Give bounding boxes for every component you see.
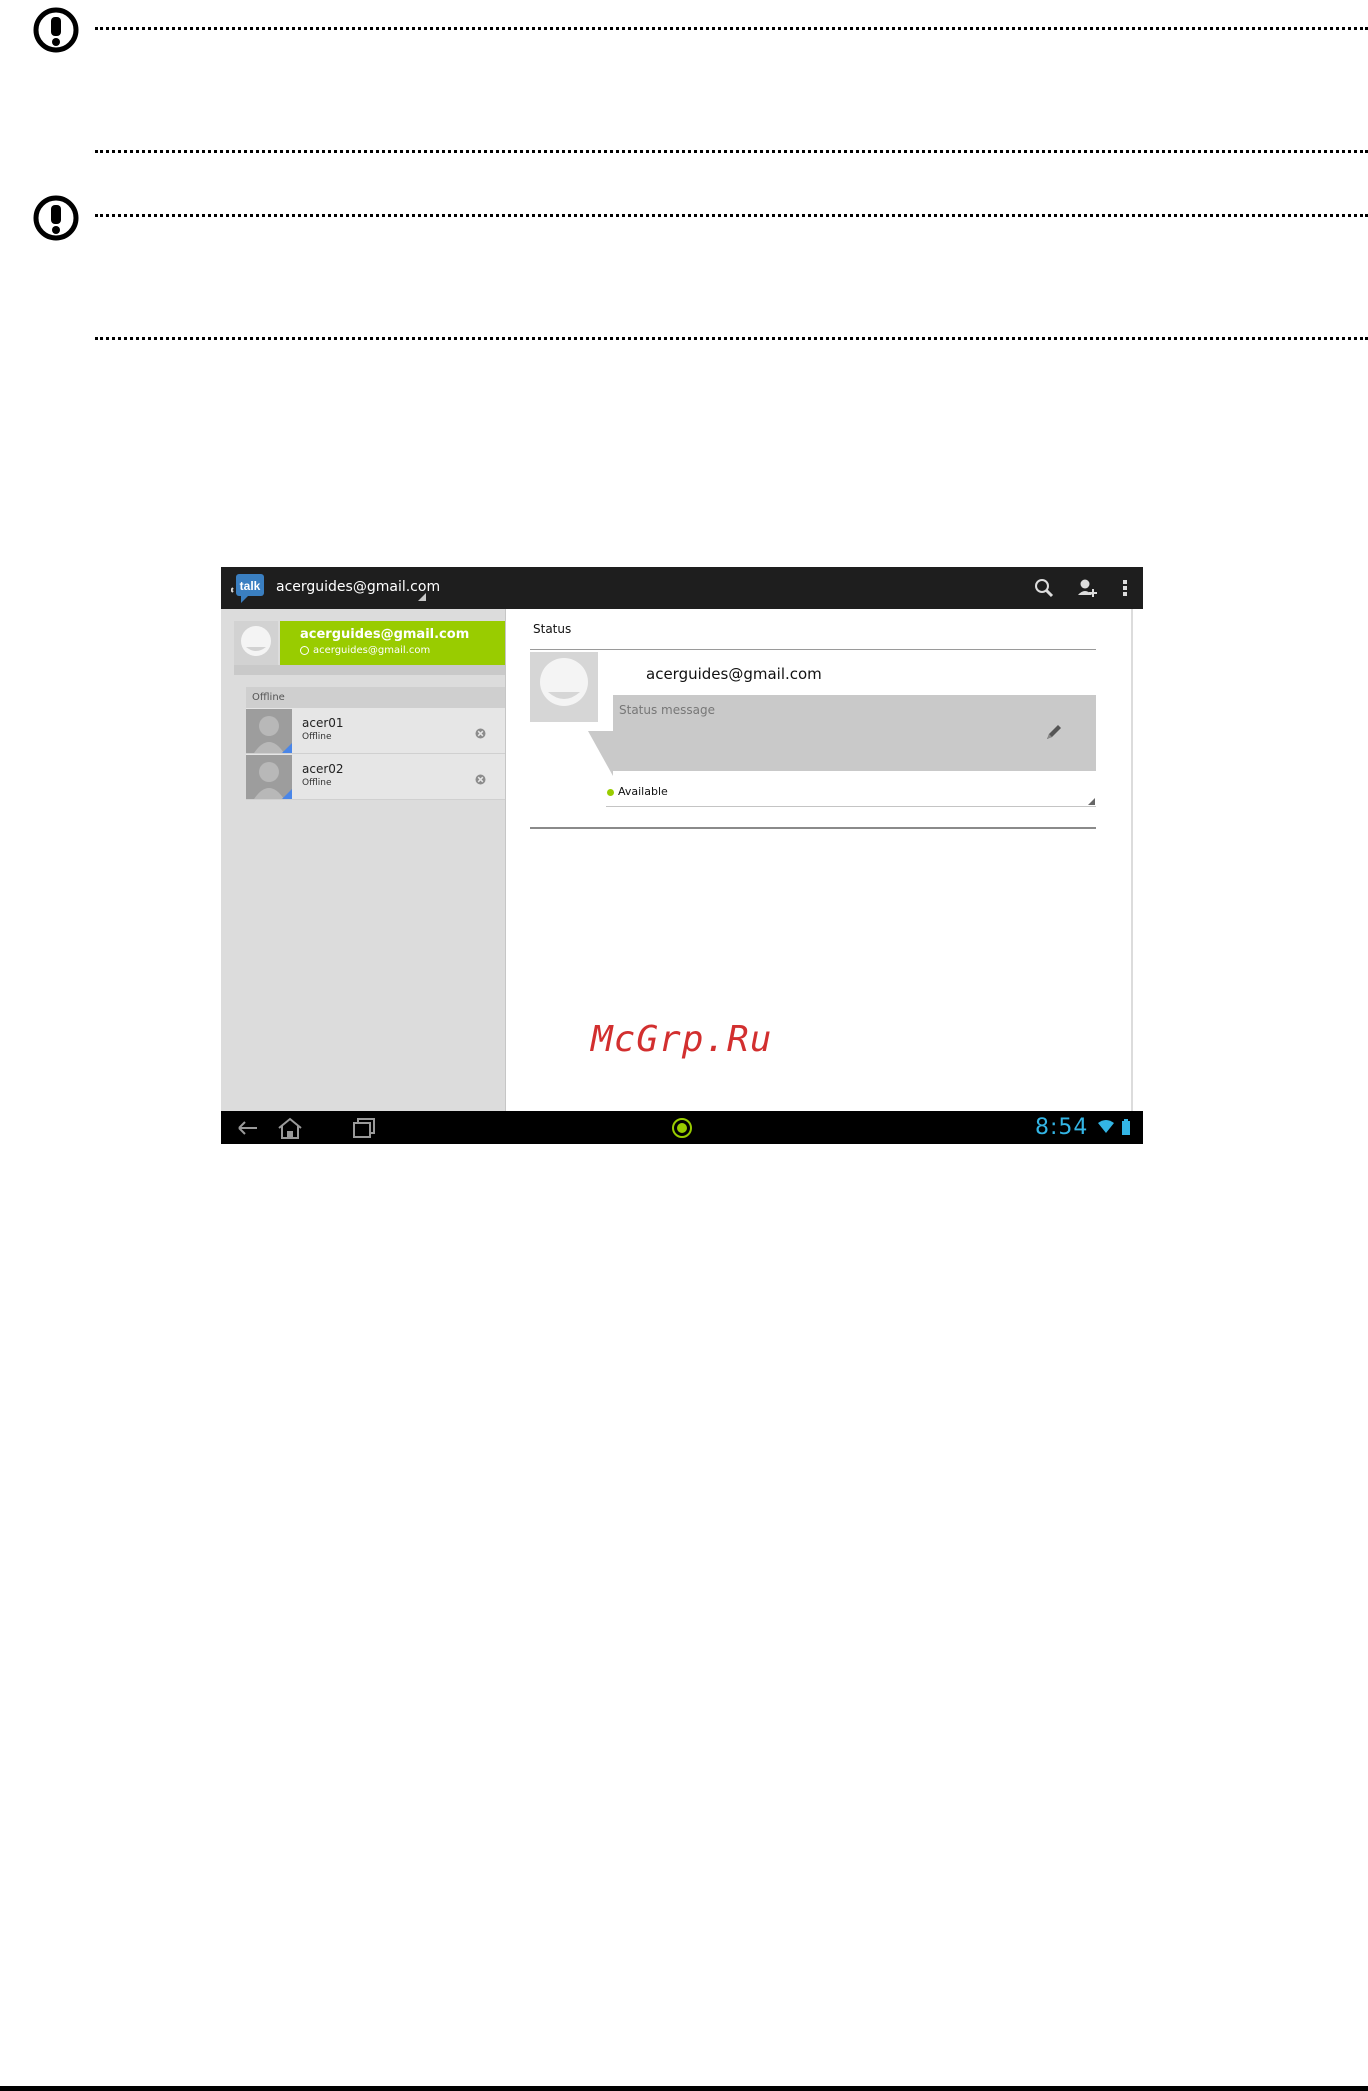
divider [530,827,1096,829]
talk-logo-text: talk [240,579,261,593]
remove-icon[interactable] [475,724,486,739]
talk-logo[interactable]: talk [229,572,264,603]
divider [530,649,1096,650]
watermark: McGrp.Ru [591,1019,773,1060]
contact-name: acer01 [302,716,344,730]
my-account-info: acerguides@gmail.com acerguides@gmail.co… [280,621,505,665]
back-icon[interactable] [235,1116,261,1140]
remove-icon[interactable] [475,770,486,785]
my-account-card[interactable]: acerguides@gmail.com acerguides@gmail.co… [234,621,505,665]
my-account-name: acerguides@gmail.com [300,627,470,642]
recent-apps-icon[interactable] [351,1116,377,1140]
section-label: Status [533,622,572,636]
contact-row[interactable]: acer02 Offline [246,754,505,800]
account-dropdown-indicator [418,593,426,601]
pencil-icon[interactable] [1043,721,1065,743]
scrollbar[interactable] [1131,609,1133,1111]
system-nav-bar: 8:54 [221,1111,1143,1144]
group-header-offline: Offline [246,687,505,708]
wifi-icon [1097,1119,1123,1143]
avatar [246,709,292,753]
contact-status: Offline [302,732,332,742]
talk-center-icon[interactable] [669,1116,695,1140]
action-bar: talk acerguides@gmail.com [221,567,1143,609]
contact-name: acer02 [302,762,344,776]
status-message-placeholder: Status message [619,703,715,717]
note-separator-bottom [95,337,1368,340]
dropdown-indicator [1088,798,1095,805]
contact-status: Offline [302,778,332,788]
contact-list-pane: acerguides@gmail.com acerguides@gmail.co… [221,609,506,1111]
status-email: acerguides@gmail.com [646,665,822,683]
note-separator-top [95,27,1368,30]
search-icon[interactable] [1033,577,1055,599]
avatar[interactable] [530,652,598,722]
page-footer-rule [0,2086,1368,2091]
availability-selector[interactable]: Available [618,785,668,798]
avatar [234,621,278,665]
account-title[interactable]: acerguides@gmail.com [276,579,440,595]
available-status-dot [607,789,614,796]
status-message-field[interactable]: Status message [613,695,1096,771]
talk-app-screenshot: talk acerguides@gmail.com acerguides@gma… [221,567,1143,1144]
clock: 8:54 [1035,1115,1089,1140]
status-ring-icon [300,646,309,655]
status-detail-pane: Status acerguides@gmail.com Status messa… [506,609,1132,1111]
avatar [246,755,292,799]
home-icon[interactable] [276,1116,302,1140]
my-account-status: acerguides@gmail.com [300,645,430,656]
contact-row[interactable]: acer01 Offline [246,708,505,754]
note-separator-bottom [95,150,1368,153]
my-account-sub: acerguides@gmail.com [313,645,431,656]
overflow-menu-icon[interactable] [1114,577,1136,599]
speech-bubble-tail [588,731,613,776]
alert-icon [32,194,80,242]
divider [606,806,1096,807]
note-separator-top [95,214,1368,217]
divider [234,665,505,675]
alert-icon [32,6,80,54]
battery-icon [1121,1119,1143,1143]
add-contact-icon[interactable] [1076,577,1098,599]
